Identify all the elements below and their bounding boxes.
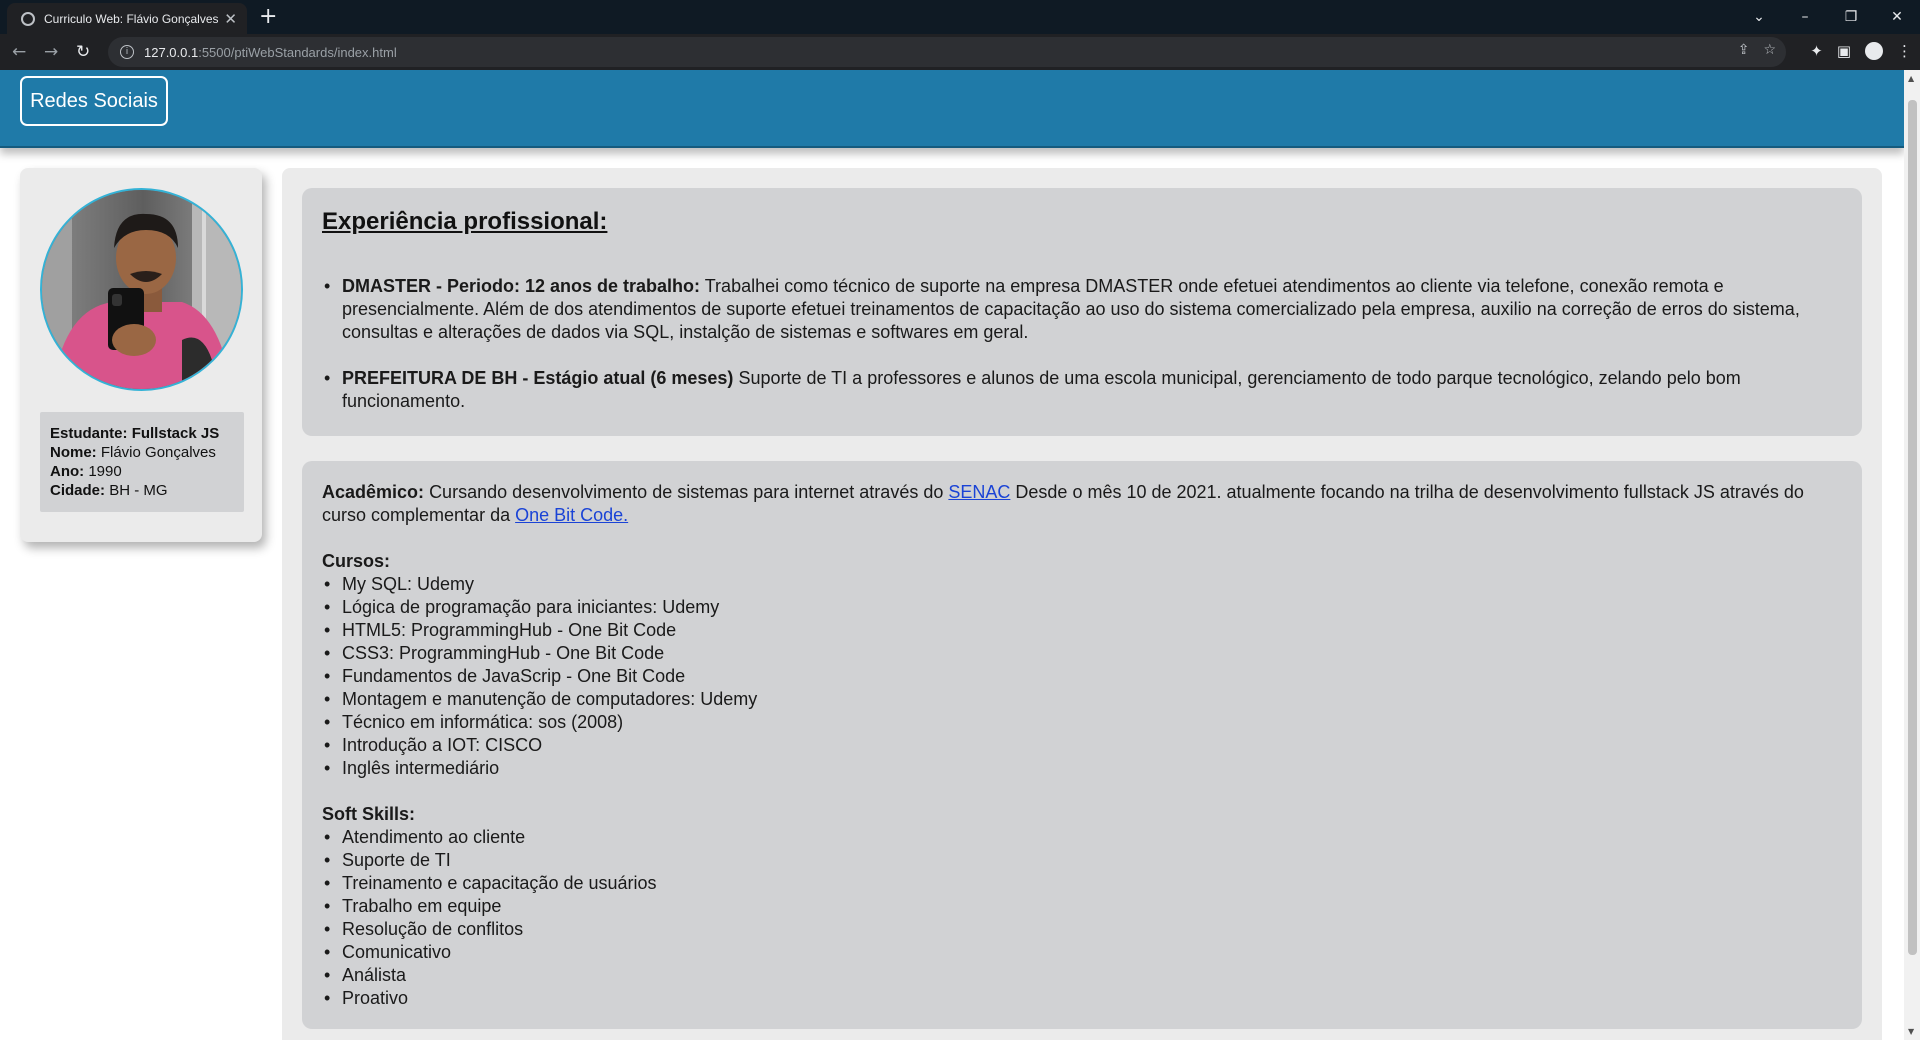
soft-skill-item: Treinamento e capacitação de usuários — [322, 872, 1842, 895]
profile-year: Ano: 1990 — [50, 463, 122, 480]
profile-student: Estudante: Fullstack JS — [50, 425, 220, 442]
social-networks-button[interactable]: Redes Sociais — [20, 76, 168, 126]
tab-search-icon[interactable]: ⌄ — [1736, 9, 1782, 25]
course-item: Montagem e manutenção de computadores: U… — [322, 688, 1842, 711]
soft-skill-item: Resolução de conflitos — [322, 918, 1842, 941]
experience-section: Experiência profissional: DMASTER - Peri… — [302, 188, 1862, 436]
scroll-up-icon[interactable]: ▲ — [1908, 74, 1914, 83]
soft-skills-list: Atendimento ao cliente Suporte de TI Tre… — [322, 826, 1842, 1010]
experience-item-dmaster: DMASTER - Periodo: 12 anos de trabalho: … — [322, 275, 1842, 344]
menu-icon[interactable]: ⋮ — [1897, 42, 1912, 60]
profile-info: Estudante: Fullstack JS Nome: Flávio Gon… — [40, 412, 244, 512]
tab-title: Curriculo Web: Flávio Gonçalves — [44, 11, 219, 26]
restore-icon[interactable]: ❐ — [1828, 9, 1874, 25]
experience-item-prefeitura: PREFEITURA DE BH - Estágio atual (6 mese… — [322, 367, 1842, 413]
minimize-icon[interactable]: – — [1782, 9, 1828, 25]
courses-group: Cursos: My SQL: Udemy Lógica de programa… — [322, 550, 1842, 780]
profile-photo — [40, 188, 243, 391]
forward-icon[interactable]: → — [44, 40, 58, 64]
course-item: HTML5: ProgrammingHub - One Bit Code — [322, 619, 1842, 642]
browser-toolbar: ← → ↻ i 127.0.0.1:5500/ptiWebStandards/i… — [0, 34, 1920, 70]
soft-skill-item: Atendimento ao cliente — [322, 826, 1842, 849]
course-item: My SQL: Udemy — [322, 573, 1842, 596]
browser-titlebar: Curriculo Web: Flávio Gonçalves ✕ + ⌄ – … — [0, 0, 1920, 34]
soft-skill-item: Análista — [322, 964, 1842, 987]
experience-title: Experiência profissional: — [322, 208, 608, 235]
toolbar-icons: ✦ ▣ ⋮ — [1810, 42, 1912, 60]
senac-link[interactable]: SENAC — [948, 482, 1010, 502]
page-scrollbar[interactable]: ▲ ▼ — [1904, 70, 1920, 1040]
extensions-icon[interactable]: ✦ — [1810, 42, 1823, 60]
back-icon[interactable]: ← — [12, 40, 26, 64]
academic-text: Acadêmico: Cursando desenvolvimento de s… — [322, 482, 1804, 525]
window-controls: ⌄ – ❐ ✕ — [1736, 0, 1920, 34]
course-item: Inglês intermediário — [322, 757, 1842, 780]
experience-list: DMASTER - Periodo: 12 anos de trabalho: … — [322, 275, 1842, 413]
bookmark-star-icon[interactable]: ☆ — [1763, 42, 1776, 58]
reload-icon[interactable]: ↻ — [76, 40, 90, 64]
browser-tab[interactable]: Curriculo Web: Flávio Gonçalves ✕ — [7, 3, 247, 34]
soft-skills-group: Soft Skills: Atendimento ao cliente Supo… — [322, 803, 1842, 1010]
course-item: Introdução a IOT: CISCO — [322, 734, 1842, 757]
share-icon[interactable]: ⇪ — [1738, 42, 1750, 58]
profile-avatar-icon[interactable] — [1865, 42, 1883, 60]
academic-section: Acadêmico: Cursando desenvolvimento de s… — [302, 461, 1862, 1029]
url-text: 127.0.0.1:5500/ptiWebStandards/index.htm… — [144, 44, 397, 60]
site-info-icon[interactable]: i — [120, 45, 134, 59]
scroll-down-icon[interactable]: ▼ — [1908, 1027, 1914, 1036]
close-window-icon[interactable]: ✕ — [1874, 9, 1920, 25]
course-item: Técnico em informática: sos (2008) — [322, 711, 1842, 734]
soft-skills-title: Soft Skills: — [322, 804, 416, 824]
address-bar[interactable]: i 127.0.0.1:5500/ptiWebStandards/index.h… — [108, 37, 1786, 67]
profile-city: Cidade: BH - MG — [50, 482, 168, 499]
page-header: Redes Sociais — [0, 70, 1904, 148]
profile-card: Estudante: Fullstack JS Nome: Flávio Gon… — [20, 168, 262, 542]
courses-list: My SQL: Udemy Lógica de programação para… — [322, 573, 1842, 780]
course-item: Lógica de programação para iniciantes: U… — [322, 596, 1842, 619]
profile-name: Nome: Flávio Gonçalves — [50, 444, 216, 461]
page-viewport: Redes Sociais Estudante: Fullstack JS No… — [0, 70, 1904, 1040]
soft-skill-item: Trabalho em equipe — [322, 895, 1842, 918]
soft-skill-item: Comunicativo — [322, 941, 1842, 964]
new-tab-icon[interactable]: + — [259, 4, 277, 30]
soft-skill-item: Proativo — [322, 987, 1842, 1010]
soft-skill-item: Suporte de TI — [322, 849, 1842, 872]
courses-title: Cursos: — [322, 551, 391, 571]
main-panel: Experiência profissional: DMASTER - Peri… — [282, 168, 1882, 1040]
one-bit-code-link[interactable]: One Bit Code. — [515, 505, 628, 525]
side-panel-icon[interactable]: ▣ — [1837, 42, 1851, 60]
scrollbar-thumb[interactable] — [1908, 100, 1917, 955]
course-item: Fundamentos de JavaScrip - One Bit Code — [322, 665, 1842, 688]
course-item: CSS3: ProgrammingHub - One Bit Code — [322, 642, 1842, 665]
globe-icon — [21, 11, 35, 26]
close-tab-icon[interactable]: ✕ — [224, 10, 237, 28]
